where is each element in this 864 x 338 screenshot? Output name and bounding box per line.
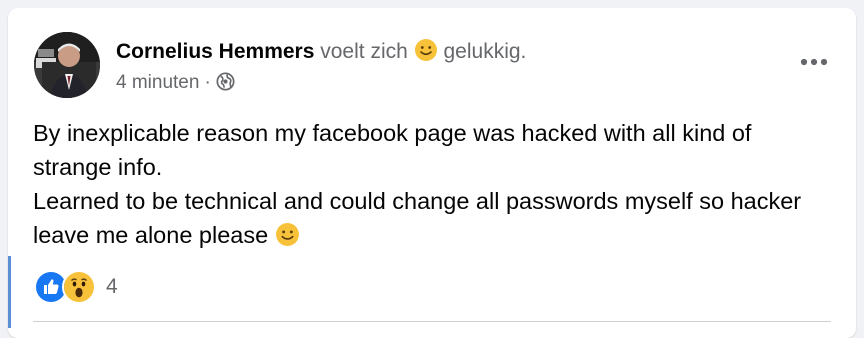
post-text-line-2-text: Learned to be technical and could change… <box>33 188 802 248</box>
meta-separator: · <box>204 72 211 93</box>
divider <box>33 321 831 322</box>
more-options-icon <box>800 58 828 66</box>
author-name[interactable]: Cornelius Hemmers <box>116 40 314 63</box>
more-options-button[interactable] <box>796 50 832 74</box>
post-card: Cornelius Hemmers voelt zich gelukkig. 4… <box>8 8 856 338</box>
avatar[interactable] <box>34 32 100 98</box>
post-text-line-2: Learned to be technical and could change… <box>33 184 833 256</box>
author-line: Cornelius Hemmers voelt zich gelukkig. <box>116 38 526 69</box>
left-accent-bar <box>8 256 11 328</box>
reactions-summary[interactable]: 4 <box>34 270 118 304</box>
feeling-word: gelukkig. <box>443 40 527 63</box>
post-text-line-1: By inexplicable reason my facebook page … <box>33 120 752 180</box>
slightly-smiling-face-icon <box>414 38 438 69</box>
post-timestamp[interactable]: 4 minuten <box>116 72 199 93</box>
reaction-count: 4 <box>106 275 118 298</box>
wow-icon <box>62 270 96 304</box>
feeling-prefix: voelt zich <box>320 40 408 63</box>
slightly-smiling-face-icon <box>275 222 300 256</box>
post-body: By inexplicable reason my facebook page … <box>33 116 833 256</box>
post-meta: 4 minuten · <box>116 71 235 98</box>
globe-icon[interactable] <box>216 72 235 98</box>
